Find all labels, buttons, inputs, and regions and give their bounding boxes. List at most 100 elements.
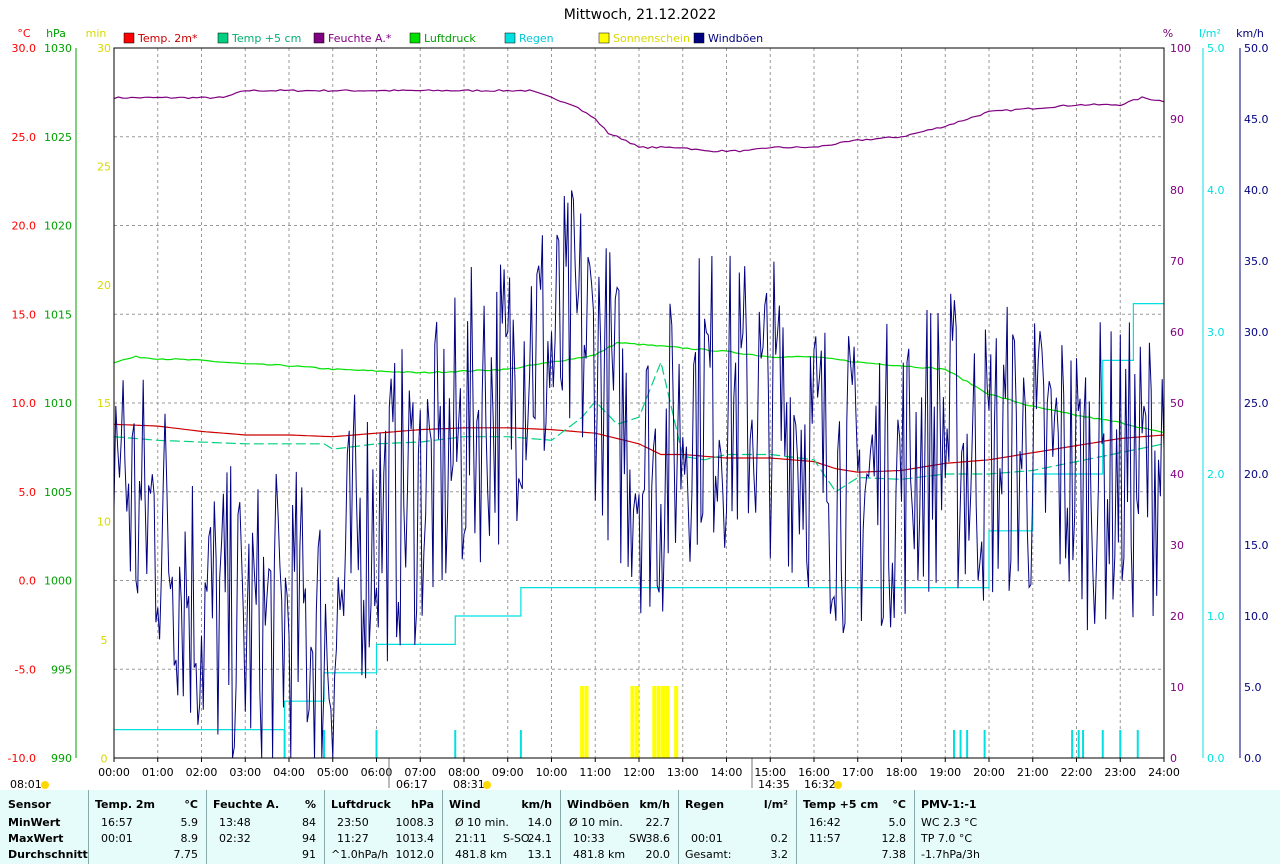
humidity-tick-label: 90 [1170,113,1184,126]
humidity-tick-label: 50 [1170,397,1184,410]
time-tick-label: 11:00 [579,766,611,779]
pressure-avg-value: 1012.0 [395,848,435,861]
time-tick-label: 22:00 [1061,766,1093,779]
stats-unit-humidity: % [304,798,316,811]
time-tick-label: 20:00 [973,766,1005,779]
stats-col-wind: Wind km/h Ø 10 min. 14.0 21:11 S-SO 24.1… [442,790,560,864]
rain-tick-label: 3.0 [1207,326,1225,339]
wind-tick-label: 30.0 [1244,326,1269,339]
humidity-max-value: 94 [302,832,316,845]
humidity-tick-label: 10 [1170,681,1184,694]
sun-a-label: 08:31 [453,778,485,790]
sunshine-bar [674,686,679,758]
wind-tick-label: 20.0 [1244,468,1269,481]
pressure-max-time: 11:27 [337,832,369,845]
legend-label: Windböen [708,32,763,45]
wind-max-direction: S-SO [503,832,530,845]
legend-swatch [598,32,610,44]
sun-tick-label: 15 [97,397,111,410]
stats-header-temp2m: Temp. 2m [95,798,155,811]
temp-tick-label: 25.0 [12,131,37,144]
row-label-min: MinWert [8,816,61,829]
gusts-distance: 481.8 km [573,848,626,861]
stats-col-humidity: Feuchte A. % 13:48 84 02:32 94 91 [206,790,324,864]
legend-label: Regen [519,32,554,45]
legend-swatch [123,32,135,44]
stats-header-humidity: Feuchte A. [213,798,280,811]
humidity-tick-label: 40 [1170,468,1184,481]
pressure-tick-label: 1025 [44,131,72,144]
rain-tick-label: 1.0 [1207,610,1225,623]
time-tick-label: 24:00 [1148,766,1180,779]
temp5cm-max-time: 11:57 [809,832,841,845]
temp2m-avg-value: 7.75 [173,848,199,861]
wind-avg-value: 13.1 [527,848,553,861]
gusts-avg-value: 20.0 [645,848,671,861]
temp-tick-label: 10.0 [12,397,37,410]
rain-max-time: 00:01 [691,832,723,845]
humidity-min-time: 13:48 [219,816,251,829]
stats-header-rain: Regen [685,798,725,811]
humidity-tick-label: 100 [1170,42,1191,55]
pressure-max-value: 1013.4 [395,832,435,845]
stats-unit-pressure: hPa [410,798,434,811]
legend-swatch [693,32,705,44]
stats-header-gusts: Windböen [567,798,630,811]
gusts-max-time: 10:33 [573,832,605,845]
pressure-unit: hPa [46,27,66,40]
rain-total-label: Gesamt: [685,848,732,861]
stats-col-gusts: Windböen km/h Ø 10 min. 22.7 10:33 SW 38… [560,790,678,864]
sunshine-bar [665,686,670,758]
temp5cm-avg-value: 7.38 [881,848,907,861]
temp5cm-min-time: 16:42 [809,816,841,829]
time-tick-label: 00:00 [98,766,130,779]
pressure-tick-label: 1030 [44,42,72,55]
temp-tick-label: 30.0 [12,42,37,55]
time-tick-label: 09:00 [492,766,524,779]
pmv-pressure-trend: -1.7hPa/3h [921,848,980,861]
sun-tick-label: 25 [97,160,111,173]
wind-tick-label: 35.0 [1244,255,1269,268]
wind-max-time: 21:11 [455,832,487,845]
sunshine-bar [661,686,666,758]
temp-tick-label: 0.0 [19,575,37,588]
sunshine-bar [630,686,635,758]
wind-tick-label: 50.0 [1244,42,1269,55]
stats-col-temp5cm: Temp +5 cm °C 16:42 5.0 11:57 12.8 7.38 [796,790,914,864]
time-tick-label: 21:00 [1017,766,1049,779]
time-tick-label: 14:00 [711,766,743,779]
temp-unit: °C [17,27,31,40]
rain-tick-label: 0.0 [1207,752,1225,765]
time-tick-label: 12:00 [623,766,655,779]
legend: Temp. 2m* Temp +5 cm Feuchte A.* Luftdruck R… [123,32,763,45]
rain-tick-label: 2.0 [1207,468,1225,481]
gusts-max-value: 38.6 [645,832,671,845]
temp-tick-label: 5.0 [19,486,37,499]
legend-label: Temp +5 cm [231,32,301,45]
rain-total-value: 3.2 [770,848,789,861]
sunshine-bar [656,686,661,758]
humidity-avg-value: 91 [302,848,316,861]
stats-col-pmv: PMV-1:-1 WC 2.3 °C TP 7.0 °C -1.7hPa/3h [914,790,1280,864]
legend-label: Feuchte A.* [328,32,392,45]
wind-tick-label: 40.0 [1244,184,1269,197]
stats-col-pressure: Luftdruck hPa 23:50 1008.3 11:27 1013.4 … [324,790,442,864]
wind-tick-label: 45.0 [1244,113,1269,126]
rain-tick-label: 5.0 [1207,42,1225,55]
humidity-tick-label: 30 [1170,539,1184,552]
temp-tick-label: 15.0 [12,308,37,321]
pressure-min-time: 23:50 [337,816,369,829]
sun-tick-label: 10 [97,516,111,529]
legend-swatch [504,32,516,44]
pressure-trend: ^1.0hPa/h [331,848,389,861]
gusts-avg10-value: 22.7 [645,816,671,829]
stats-unit-temp5cm: °C [892,798,906,811]
humidity-tick-label: 70 [1170,255,1184,268]
wind-tick-label: 0.0 [1244,752,1262,765]
sun-tick-label: 20 [97,279,111,292]
humidity-min-value: 84 [302,816,316,829]
humidity-tick-label: 60 [1170,326,1184,339]
wind-tick-label: 15.0 [1244,539,1269,552]
time-tick-label: 17:00 [842,766,874,779]
stats-col-rain: Regen l/m² 00:01 0.2 Gesamt: 3.2 [678,790,796,864]
